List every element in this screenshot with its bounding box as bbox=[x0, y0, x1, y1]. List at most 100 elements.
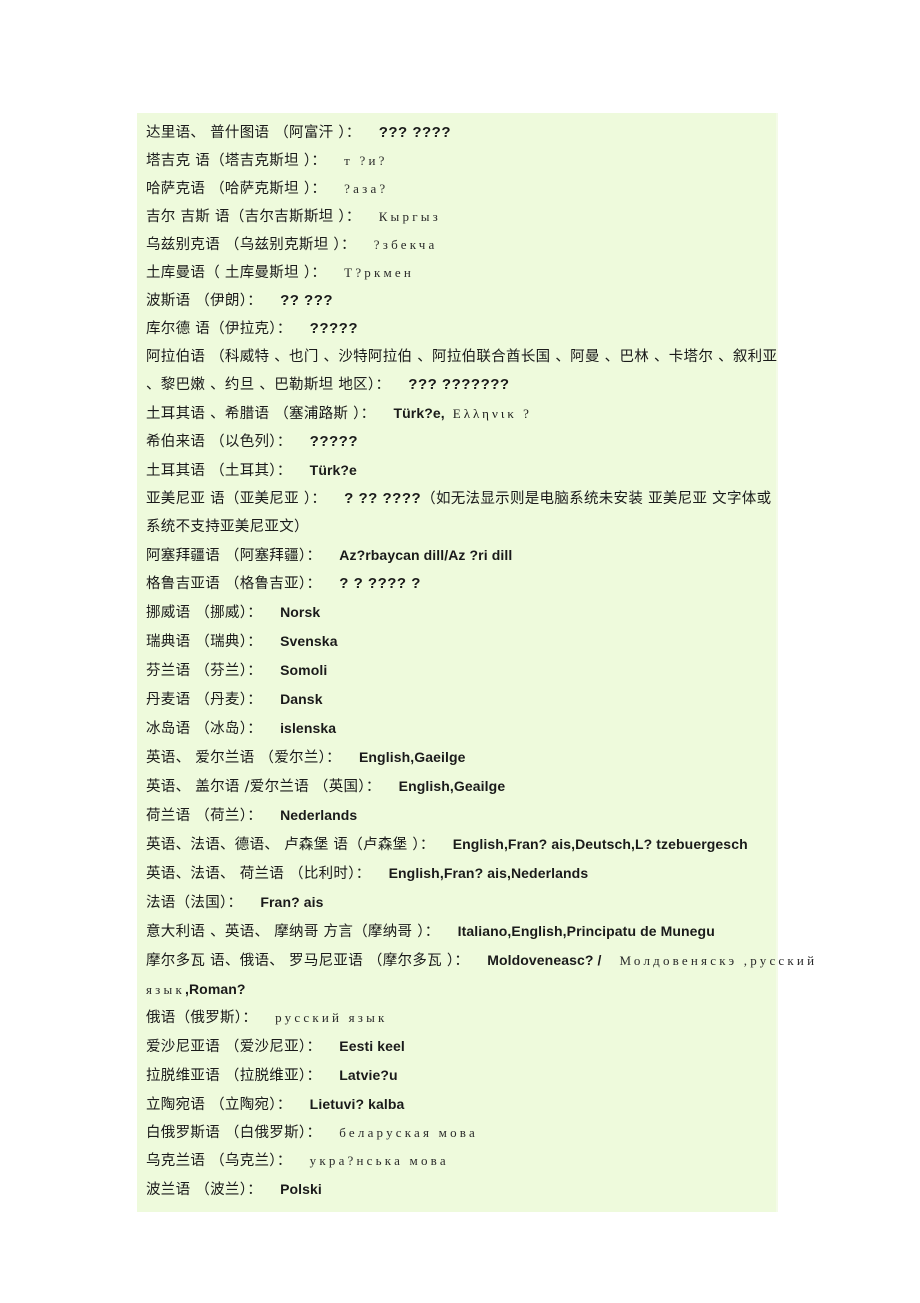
language-line-kyrgyz: 吉尔 吉斯 语（吉尔吉斯斯坦 ）： Кыргыз bbox=[137, 203, 776, 231]
language-label: 吉尔 吉斯 语（吉尔吉斯斯坦 ）： bbox=[146, 209, 361, 225]
native-name: Fran? ais bbox=[260, 894, 324, 910]
language-label: 土耳其语 （土耳其）： bbox=[146, 463, 292, 479]
language-line-turkmen: 土库曼语（ 土库曼斯坦 ）： Т?ркмен bbox=[137, 259, 776, 287]
language-line-kazakh: 哈萨克语 （哈萨克斯坦 ）： ?аза? bbox=[137, 175, 776, 203]
language-label: 阿塞拜疆语 （阿塞拜疆）： bbox=[146, 548, 322, 564]
native-name: Lietuvi? kalba bbox=[309, 1096, 405, 1112]
language-line-georgian: 格鲁吉亚语 （格鲁吉亚）： ? ? ???? ? bbox=[137, 570, 776, 598]
language-label: 瑞典语 （瑞典）： bbox=[146, 634, 263, 650]
language-label: 英语、法语、德语、 卢森堡 语（卢森堡 ）： bbox=[146, 837, 435, 853]
language-label: 冰岛语 （冰岛）： bbox=[146, 721, 263, 737]
language-label: 拉脱维亚语 （拉脱维亚）： bbox=[146, 1068, 322, 1084]
language-line-uzbek: 乌兹别克语 （乌兹别克斯坦 ）： ?збекча bbox=[137, 231, 776, 259]
native-name: ?аза? bbox=[344, 181, 389, 196]
language-label: 芬兰语 （芬兰）： bbox=[146, 663, 263, 679]
language-line-lithuanian: 立陶宛语 （立陶宛）： Lietuvi? kalba bbox=[137, 1090, 776, 1119]
language-label: 俄语（俄罗斯）： bbox=[146, 1010, 258, 1026]
language-line-turkish-greek-cyprus: 土耳其语 、希腊语 （塞浦路斯 ）： Türk?e, Ελληνικ ? bbox=[137, 399, 776, 428]
language-line-latvian: 拉脱维亚语 （拉脱维亚）： Latvie?u bbox=[137, 1061, 776, 1090]
latin-continuation: ,Roman? bbox=[184, 981, 246, 997]
language-label: 白俄罗斯语 （白俄罗斯）： bbox=[146, 1125, 322, 1141]
language-line-luxembourg: 英语、法语、德语、 卢森堡 语（卢森堡 ）： English,Fran? ais,… bbox=[137, 830, 776, 859]
native-name: ??? ???? bbox=[378, 124, 451, 141]
language-label: 土耳其语 、希腊语 （塞浦路斯 ）： bbox=[146, 406, 376, 422]
language-label: 乌兹别克语 （乌兹别克斯坦 ）： bbox=[146, 237, 356, 253]
native-name: Eesti keel bbox=[339, 1038, 405, 1054]
language-line-polish: 波兰语 （波兰）： Polski bbox=[137, 1175, 776, 1204]
native-name: English,Gaeilge bbox=[358, 749, 466, 765]
language-line-icelandic: 冰岛语 （冰岛）： islenska bbox=[137, 714, 776, 743]
language-line-norwegian: 挪威语 （挪威）： Norsk bbox=[137, 598, 776, 627]
native-name: Italiano,English,Principatu de Munegu bbox=[457, 923, 715, 939]
language-label: 土库曼语（ 土库曼斯坦 ）： bbox=[146, 265, 327, 281]
language-line-moldovan-continuation: язык,Roman? bbox=[137, 975, 776, 1004]
language-list-block: 达里语、 普什图语 （阿富汗 ）： ??? ???? 塔吉克 语（塔吉克斯坦 ）： т… bbox=[137, 113, 814, 1212]
native-name: Latvie?u bbox=[339, 1067, 398, 1083]
native-name: Кыргыз bbox=[378, 209, 441, 224]
language-label: 塔吉克 语（塔吉克斯坦 ）： bbox=[146, 153, 327, 169]
language-line-monaco: 意大利语 、英语、 摩纳哥 方言（摩纳哥 ）： Italiano,English,… bbox=[137, 917, 776, 946]
language-line-azerbaijani: 阿塞拜疆语 （阿塞拜疆）： Az?rbaycan dill/Az ?ri dill bbox=[137, 541, 776, 570]
native-name: ?збекча bbox=[373, 237, 438, 252]
language-label: 波兰语 （波兰）： bbox=[146, 1182, 263, 1198]
language-line-kurdish: 库尔德 语（伊拉克）：????? bbox=[137, 315, 776, 343]
native-name: Svenska bbox=[280, 633, 338, 649]
language-label: 亚美尼亚 语（亚美尼亚 ）： bbox=[146, 491, 327, 507]
native-name: Т?ркмен bbox=[344, 265, 415, 280]
language-line-english-irish-ireland: 英语、 爱尔兰语 （爱尔兰）： English,Gaeilge bbox=[137, 743, 776, 772]
native-name: Türk?e, bbox=[393, 405, 445, 421]
native-name: Nederlands bbox=[280, 807, 358, 823]
language-line-finnish: 芬兰语 （芬兰）： Somoli bbox=[137, 656, 776, 685]
language-line-belarusian: 白俄罗斯语 （白俄罗斯）： беларуская мова bbox=[137, 1119, 776, 1147]
language-line-turkish: 土耳其语 （土耳其）： Türk?e bbox=[137, 456, 776, 485]
native-name: Dansk bbox=[280, 691, 323, 707]
language-line-russian: 俄语（俄罗斯）： русский язык bbox=[137, 1004, 776, 1032]
language-label: 哈萨克语 （哈萨克斯坦 ）： bbox=[146, 181, 327, 197]
native-name: ? ? ???? ? bbox=[339, 575, 421, 592]
language-line-danish: 丹麦语 （丹麦）： Dansk bbox=[137, 685, 776, 714]
language-line-persian: 波斯语 （伊朗）： ?? ??? bbox=[137, 287, 776, 315]
language-line-dutch: 荷兰语 （荷兰）： Nederlands bbox=[137, 801, 776, 830]
native-name: Norsk bbox=[280, 604, 321, 620]
language-label: 立陶宛语 （立陶宛）： bbox=[146, 1097, 292, 1113]
language-label: 英语、法语、 荷兰语 （比利时）： bbox=[146, 866, 371, 882]
native-name: Moldoveneasc? / bbox=[487, 952, 602, 968]
native-name: Türk?e bbox=[309, 462, 357, 478]
native-name: русский язык bbox=[275, 1010, 388, 1025]
language-line-estonian: 爱沙尼亚语 （爱沙尼亚）： Eesti keel bbox=[137, 1032, 776, 1061]
native-name: т ?и? bbox=[344, 153, 388, 168]
language-label: 荷兰语 （荷兰）： bbox=[146, 808, 263, 824]
native-name: ?? ??? bbox=[280, 292, 334, 309]
language-line-armenian: 亚美尼亚 语（亚美尼亚 ）：? ?? ????（如无法显示则是电脑系统未安装 亚… bbox=[137, 485, 778, 541]
language-line-arabic: 阿拉伯语 （科威特 、也门 、沙特阿拉伯 、阿拉伯联合酋长国 、阿曼 、巴林 、… bbox=[137, 343, 778, 399]
native-name: ??? ??????? bbox=[408, 376, 510, 393]
language-line-dari-pashto: 达里语、 普什图语 （阿富汗 ）： ??? ???? bbox=[137, 119, 776, 147]
native-name: ????? bbox=[309, 320, 358, 337]
native-name: беларуская мова bbox=[339, 1125, 478, 1140]
native-name: Az?rbaycan dill/Az ?ri dill bbox=[339, 547, 513, 563]
language-label: 英语、 盖尔语 /爱尔兰语 （英国）： bbox=[146, 779, 381, 795]
language-label: 法语（法国）： bbox=[146, 895, 243, 911]
native-name: ? ?? ???? bbox=[344, 490, 422, 507]
language-label: 格鲁吉亚语 （格鲁吉亚）： bbox=[146, 576, 322, 592]
language-label: 意大利语 、英语、 摩纳哥 方言（摩纳哥 ）： bbox=[146, 924, 440, 940]
language-line-swedish: 瑞典语 （瑞典）： Svenska bbox=[137, 627, 776, 656]
language-label: 丹麦语 （丹麦）： bbox=[146, 692, 263, 708]
native-name: islenska bbox=[280, 720, 337, 736]
language-label: 库尔德 语（伊拉克）： bbox=[146, 321, 292, 337]
native-name: Polski bbox=[280, 1181, 322, 1197]
language-label: 乌克兰语 （乌克兰）： bbox=[146, 1153, 292, 1169]
language-line-hebrew: 希伯来语 （以色列）：????? bbox=[137, 428, 776, 456]
language-line-belgium: 英语、法语、 荷兰语 （比利时）： English,Fran? ais,Neder… bbox=[137, 859, 776, 888]
native-name: English,Geailge bbox=[398, 778, 506, 794]
native-name: ????? bbox=[309, 433, 358, 450]
language-line-french: 法语（法国）： Fran? ais bbox=[137, 888, 776, 917]
native-name: English,Fran? ais,Deutsch,L? tzebuergesc… bbox=[452, 836, 748, 852]
language-line-english-gaelic-uk: 英语、 盖尔语 /爱尔兰语 （英国）： English,Geailge bbox=[137, 772, 776, 801]
language-label: 英语、 爱尔兰语 （爱尔兰）： bbox=[146, 750, 341, 766]
language-label: 爱沙尼亚语 （爱沙尼亚）： bbox=[146, 1039, 322, 1055]
language-label: 波斯语 （伊朗）： bbox=[146, 293, 263, 309]
language-label: 达里语、 普什图语 （阿富汗 ）： bbox=[146, 125, 361, 141]
native-name: укра?нська мова bbox=[309, 1153, 449, 1168]
language-line-tajik: 塔吉克 语（塔吉克斯坦 ）： т ?и? bbox=[137, 147, 776, 175]
